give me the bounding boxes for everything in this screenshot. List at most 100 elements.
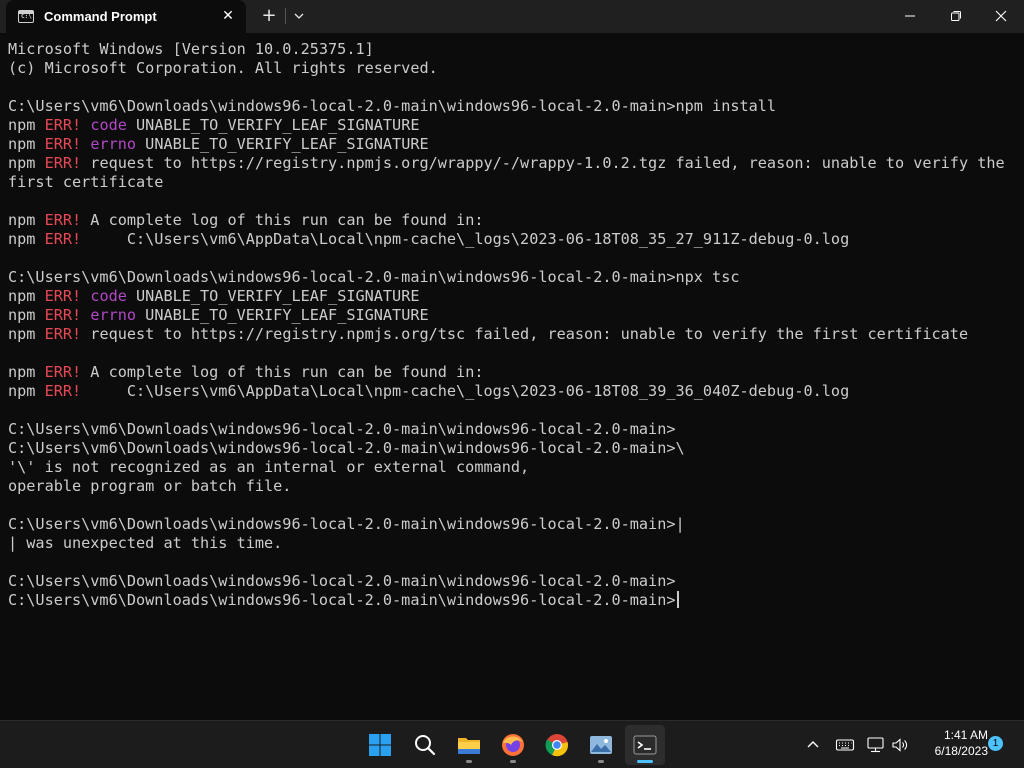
terminal-output[interactable]: Microsoft Windows [Version 10.0.25375.1]… bbox=[0, 33, 1024, 720]
title-bar[interactable]: C:\ Command Prompt ✕ + bbox=[0, 0, 1024, 33]
terminal-text: npm bbox=[8, 382, 45, 400]
terminal-line: C:\Users\vm6\Downloads\windows96-local-2… bbox=[8, 420, 1024, 439]
error-label: ERR! bbox=[44, 306, 82, 324]
terminal-line: npm ERR! C:\Users\vm6\AppData\Local\npm-… bbox=[8, 230, 1024, 249]
start-button[interactable] bbox=[360, 725, 400, 765]
firefox-button[interactable] bbox=[493, 725, 533, 765]
tab-title: Command Prompt bbox=[44, 9, 157, 24]
terminal-text: A complete log of this run can be found … bbox=[81, 211, 484, 229]
show-hidden-icons-button[interactable] bbox=[803, 735, 823, 755]
taskbar bbox=[0, 720, 1024, 768]
terminal-button[interactable] bbox=[625, 725, 665, 765]
volume-icon bbox=[892, 738, 907, 752]
terminal-text: npm bbox=[8, 287, 45, 305]
chevron-down-icon bbox=[294, 13, 304, 19]
new-tab-button[interactable]: + bbox=[258, 4, 280, 28]
terminal-text: C:\Users\vm6\Downloads\windows96-local-2… bbox=[8, 439, 685, 457]
close-icon bbox=[995, 10, 1007, 22]
minimize-icon bbox=[905, 15, 915, 17]
clock-time: 1:41 AM bbox=[943, 728, 988, 742]
terminal-text: npm bbox=[8, 211, 45, 229]
tab-dropdown-button[interactable] bbox=[289, 5, 309, 27]
chevron-up-icon bbox=[807, 741, 819, 748]
restore-icon bbox=[951, 11, 961, 21]
photos-icon bbox=[590, 736, 612, 754]
firefox-icon bbox=[502, 734, 524, 756]
terminal-line: npm ERR! request to https://registry.npm… bbox=[8, 154, 1024, 173]
running-indicator bbox=[598, 760, 604, 763]
network-button[interactable] bbox=[866, 735, 886, 755]
minimize-button[interactable] bbox=[887, 0, 933, 32]
terminal-line: first certificate bbox=[8, 173, 1024, 192]
terminal-text: first certificate bbox=[8, 173, 164, 191]
file-explorer-button[interactable] bbox=[449, 725, 489, 765]
error-field-label: code bbox=[90, 116, 127, 134]
terminal-line: npm ERR! A complete log of this run can … bbox=[8, 211, 1024, 230]
text-cursor bbox=[676, 591, 679, 608]
terminal-text: npm bbox=[8, 116, 45, 134]
error-field-label: errno bbox=[90, 135, 137, 153]
error-field-label: errno bbox=[90, 306, 137, 324]
search-icon bbox=[415, 735, 436, 756]
tab-separator bbox=[285, 8, 286, 24]
chrome-button[interactable] bbox=[537, 725, 577, 765]
maximize-button[interactable] bbox=[933, 0, 979, 32]
terminal-text: (c) Microsoft Corporation. All rights re… bbox=[8, 59, 438, 77]
terminal-text: C:\Users\vm6\Downloads\windows96-local-2… bbox=[8, 515, 685, 533]
terminal-icon bbox=[633, 735, 657, 755]
error-label: ERR! bbox=[44, 116, 82, 134]
terminal-text: C:\Users\vm6\Downloads\windows96-local-2… bbox=[8, 572, 676, 590]
search-button[interactable] bbox=[405, 725, 445, 765]
terminal-line: | was unexpected at this time. bbox=[8, 534, 1024, 553]
volume-button[interactable] bbox=[890, 735, 910, 755]
error-label: ERR! bbox=[44, 363, 82, 381]
terminal-text: npm bbox=[8, 230, 45, 248]
terminal-text: UNABLE_TO_VERIFY_LEAF_SIGNATURE bbox=[126, 287, 420, 305]
tab-close-button[interactable]: ✕ bbox=[218, 6, 238, 26]
terminal-text: npm bbox=[8, 154, 45, 172]
windows-logo-icon bbox=[369, 734, 391, 756]
folder-icon bbox=[458, 738, 480, 754]
tab-command-prompt[interactable]: C:\ Command Prompt ✕ bbox=[6, 0, 246, 33]
terminal-text: C:\Users\vm6\Downloads\windows96-local-2… bbox=[8, 97, 777, 115]
terminal-line: npm ERR! code UNABLE_TO_VERIFY_LEAF_SIGN… bbox=[8, 116, 1024, 135]
photos-button[interactable] bbox=[581, 725, 621, 765]
terminal-text: UNABLE_TO_VERIFY_LEAF_SIGNATURE bbox=[136, 135, 429, 153]
error-label: ERR! bbox=[44, 230, 82, 248]
keyboard-icon bbox=[835, 739, 855, 751]
close-window-button[interactable] bbox=[978, 0, 1024, 32]
terminal-line: C:\Users\vm6\Downloads\windows96-local-2… bbox=[8, 515, 1024, 534]
terminal-text: UNABLE_TO_VERIFY_LEAF_SIGNATURE bbox=[126, 116, 420, 134]
terminal-text: A complete log of this run can be found … bbox=[81, 363, 484, 381]
clock-date: 6/18/2023 bbox=[934, 744, 988, 758]
error-label: ERR! bbox=[44, 154, 82, 172]
terminal-text: request to https://registry.npmjs.org/wr… bbox=[81, 154, 1005, 172]
terminal-line: C:\Users\vm6\Downloads\windows96-local-2… bbox=[8, 268, 1024, 287]
active-indicator bbox=[637, 760, 653, 763]
keyboard-button[interactable] bbox=[835, 735, 855, 755]
terminal-line: C:\Users\vm6\Downloads\windows96-local-2… bbox=[8, 439, 1024, 458]
terminal-text: C:\Users\vm6\AppData\Local\npm-cache\_lo… bbox=[81, 230, 850, 248]
terminal-line: npm ERR! errno UNABLE_TO_VERIFY_LEAF_SIG… bbox=[8, 306, 1024, 325]
terminal-text: UNABLE_TO_VERIFY_LEAF_SIGNATURE bbox=[136, 306, 429, 324]
terminal-line: Microsoft Windows [Version 10.0.25375.1] bbox=[8, 40, 1024, 59]
error-label: ERR! bbox=[44, 382, 82, 400]
clock[interactable]: 1:41 AM 6/18/2023 bbox=[916, 727, 988, 759]
terminal-text: '\' is not recognized as an internal or … bbox=[8, 458, 530, 476]
terminal-text: | was unexpected at this time. bbox=[8, 534, 283, 552]
terminal-line: (c) Microsoft Corporation. All rights re… bbox=[8, 59, 1024, 78]
notification-badge[interactable]: 1 bbox=[988, 736, 1003, 751]
terminal-line: C:\Users\vm6\Downloads\windows96-local-2… bbox=[8, 97, 1024, 116]
terminal-text: npm bbox=[8, 135, 45, 153]
terminal-line: npm ERR! C:\Users\vm6\AppData\Local\npm-… bbox=[8, 382, 1024, 401]
terminal-line: C:\Users\vm6\Downloads\windows96-local-2… bbox=[8, 591, 1024, 610]
